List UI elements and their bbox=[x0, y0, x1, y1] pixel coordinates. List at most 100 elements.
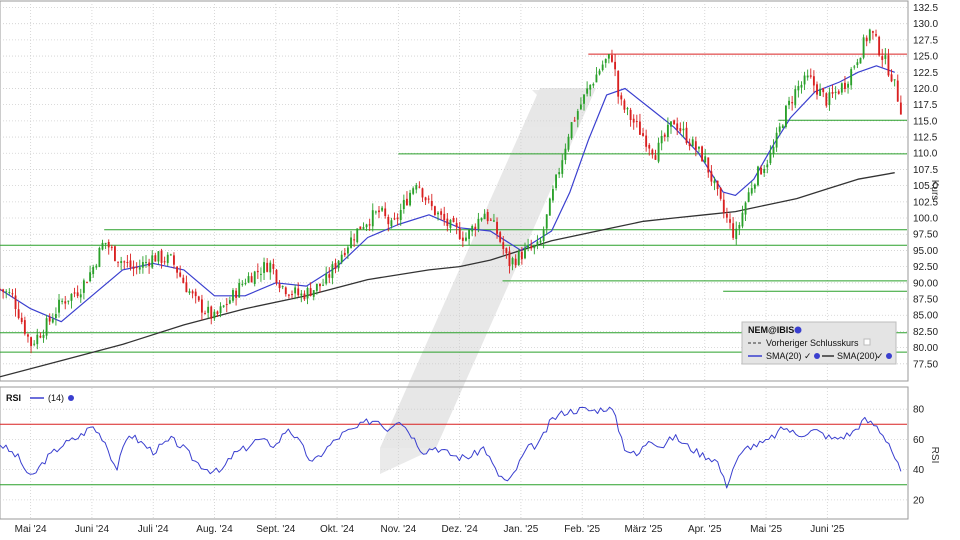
price-tick-label: 100.0 bbox=[913, 214, 938, 225]
price-tick-label: 97.50 bbox=[913, 230, 938, 241]
x-tick-label: Okt. '24 bbox=[320, 524, 355, 535]
candle-body bbox=[14, 295, 17, 310]
price-y-axis-label: Kurs bbox=[929, 180, 940, 201]
candle-body bbox=[766, 164, 769, 168]
candle-body bbox=[797, 86, 800, 91]
candle-body bbox=[744, 202, 747, 215]
candle-body bbox=[558, 172, 561, 175]
candle-body bbox=[39, 335, 42, 338]
candle-body bbox=[620, 95, 623, 100]
candle-body bbox=[232, 290, 234, 301]
rsi-y-axis: 80 60 40 20 bbox=[913, 405, 925, 507]
legend-item-sma20: SMA(20) bbox=[766, 351, 802, 361]
rsi-threshold-lines bbox=[0, 423, 907, 486]
candle-body bbox=[207, 306, 210, 313]
candle-body bbox=[750, 188, 753, 194]
rsi-settings-icon[interactable] bbox=[68, 395, 74, 401]
candle-body bbox=[657, 142, 660, 162]
candle-body bbox=[701, 146, 703, 162]
x-tick-label: Juli '24 bbox=[138, 524, 169, 535]
candle-body bbox=[58, 299, 60, 313]
price-tick-label: 130.0 bbox=[913, 19, 938, 30]
candle-body bbox=[645, 135, 648, 147]
candle-body bbox=[166, 254, 169, 263]
candle-body bbox=[735, 228, 738, 240]
candle-body bbox=[676, 123, 679, 130]
candle-body bbox=[33, 343, 36, 345]
candle-body bbox=[455, 222, 458, 227]
candle-body bbox=[483, 213, 486, 220]
legend-check-sma20[interactable]: ✓ bbox=[804, 351, 812, 361]
candle-body bbox=[334, 263, 337, 269]
candle-body bbox=[151, 255, 154, 268]
price-tick-label: 110.0 bbox=[913, 149, 938, 160]
candle-body bbox=[362, 227, 365, 229]
candle-body bbox=[623, 100, 626, 110]
candle-body bbox=[511, 258, 514, 265]
candle-body bbox=[132, 266, 135, 270]
legend-settings-icon-sma20[interactable] bbox=[814, 353, 820, 359]
candle-body bbox=[415, 185, 418, 190]
candle-body bbox=[517, 251, 520, 265]
candle-body bbox=[200, 299, 203, 313]
candle-body bbox=[663, 134, 666, 137]
candle-body bbox=[819, 89, 822, 96]
candle-body bbox=[785, 105, 787, 127]
price-tick-label: 117.5 bbox=[913, 100, 938, 111]
candle-body bbox=[443, 213, 446, 221]
candle-body bbox=[629, 109, 632, 120]
candle-body bbox=[673, 120, 676, 125]
candle-body bbox=[862, 37, 865, 58]
candle-body bbox=[194, 291, 197, 297]
x-tick-label: Apr. '25 bbox=[688, 524, 722, 535]
legend-item-sma200: SMA(200) bbox=[837, 351, 878, 361]
candle-body bbox=[312, 290, 315, 297]
candle-body bbox=[688, 142, 691, 147]
candle-body bbox=[859, 57, 862, 64]
candle-body bbox=[704, 156, 707, 163]
candle-body bbox=[120, 261, 123, 263]
candle-body bbox=[0, 289, 1, 291]
price-tick-label: 122.5 bbox=[913, 68, 938, 79]
candle-body bbox=[760, 167, 763, 175]
candle-body bbox=[654, 155, 657, 160]
candle-body bbox=[710, 171, 713, 182]
candle-body bbox=[757, 166, 759, 186]
price-tick-label: 125.0 bbox=[913, 52, 938, 63]
candle-body bbox=[713, 180, 716, 184]
candle-body bbox=[570, 122, 573, 139]
candle-body bbox=[291, 294, 293, 296]
candle-body bbox=[505, 248, 508, 254]
legend-check-sma200[interactable]: ✓ bbox=[876, 351, 884, 361]
candle-body bbox=[374, 211, 377, 213]
candle-body bbox=[45, 318, 48, 336]
candle-body bbox=[887, 55, 890, 76]
sma20-path bbox=[0, 65, 895, 323]
legend-settings-icon-sma200[interactable] bbox=[886, 353, 892, 359]
rsi-tick-label: 40 bbox=[913, 465, 925, 476]
candle-body bbox=[269, 262, 272, 273]
candle-body bbox=[778, 126, 781, 132]
candle-body bbox=[440, 211, 443, 215]
candle-body bbox=[244, 283, 247, 285]
candle-body bbox=[294, 287, 297, 294]
candle-body bbox=[753, 184, 756, 189]
candle-body bbox=[722, 199, 725, 213]
candle-body bbox=[409, 192, 411, 206]
candle-body bbox=[555, 174, 557, 189]
candle-body bbox=[365, 224, 368, 228]
chart-legend: NEM@IBIS Vorheriger Schlusskurs SMA(20) … bbox=[741, 321, 897, 365]
candle-body bbox=[520, 251, 523, 260]
candle-body bbox=[70, 293, 73, 301]
candle-body bbox=[73, 292, 76, 294]
candle-body bbox=[809, 75, 812, 77]
candle-body bbox=[36, 334, 39, 345]
x-tick-label: Nov. '24 bbox=[381, 524, 417, 535]
legend-settings-icon[interactable] bbox=[794, 326, 802, 334]
legend-checkbox-previous-close[interactable] bbox=[863, 338, 871, 346]
candle-body bbox=[204, 313, 206, 315]
candle-body bbox=[421, 188, 424, 198]
candle-body bbox=[868, 29, 871, 41]
candle-body bbox=[468, 229, 471, 239]
candle-body bbox=[452, 217, 455, 223]
